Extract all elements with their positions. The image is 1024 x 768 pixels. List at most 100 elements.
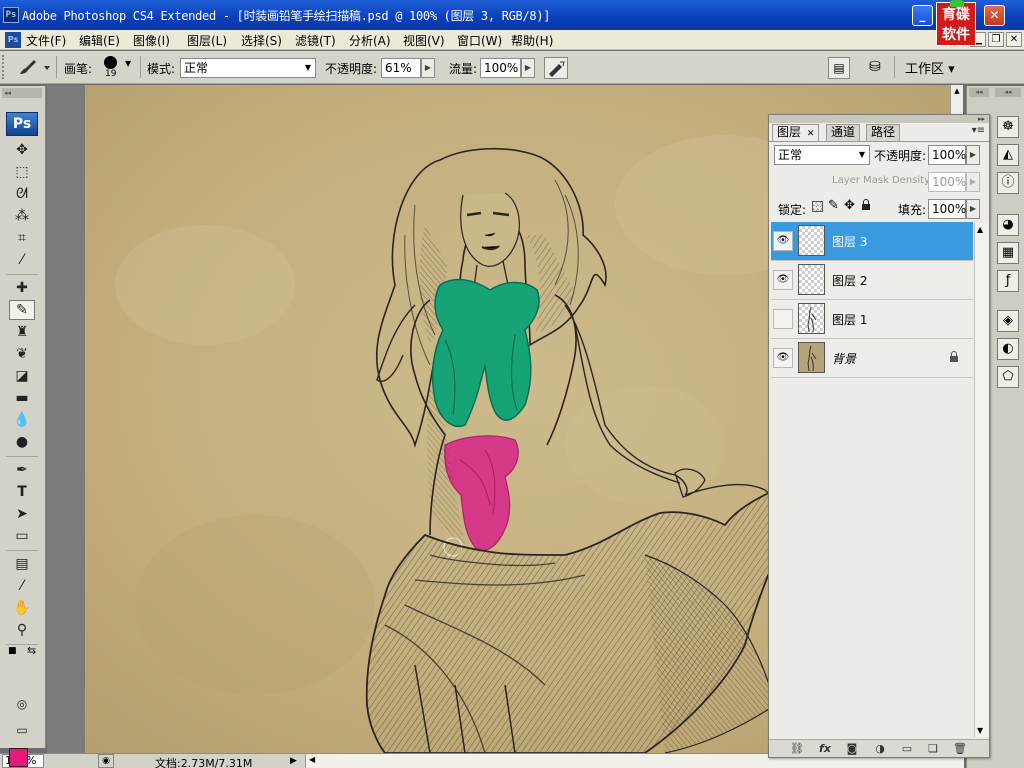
menu-layer[interactable]: 图层(L) [187, 32, 227, 49]
hand-tool-icon[interactable]: ✋ [9, 598, 35, 618]
swap-colors-icon[interactable]: ⇆ [27, 644, 36, 657]
eyedropper-tool-icon[interactable]: ⁄ [9, 250, 35, 270]
lock-pixels-icon[interactable]: ✎ [828, 198, 839, 213]
menu-analysis[interactable]: 分析(A) [349, 32, 391, 49]
opacity-slider-button[interactable]: ▶ [421, 58, 435, 78]
lock-all-icon[interactable] [861, 199, 871, 214]
flow-slider-button[interactable]: ▶ [521, 58, 535, 78]
menu-view[interactable]: 视图(V) [403, 32, 445, 49]
photoshop-logo[interactable]: Ps [6, 112, 38, 136]
default-colors-icon[interactable]: ■ [8, 646, 17, 656]
swatches-icon[interactable]: ▦ [997, 242, 1019, 264]
paths-icon[interactable]: ⬠ [997, 366, 1019, 388]
eye-icon[interactable]: 👁 [773, 348, 793, 368]
type-tool-icon[interactable]: T [9, 482, 35, 502]
adjustment-layer-icon[interactable]: ◑ [872, 742, 888, 756]
layer-row-background[interactable]: 👁 背景 [771, 339, 973, 378]
foreground-color-swatch[interactable] [9, 748, 28, 767]
dodge-tool-icon[interactable]: ● [9, 432, 35, 452]
document-close-button[interactable]: ✕ [1006, 32, 1022, 47]
panel-menu-icon[interactable]: ▾≡ [972, 125, 985, 136]
tab-layers[interactable]: 图层 ✕ [772, 124, 820, 141]
menu-window[interactable]: 窗口(W) [457, 32, 502, 49]
dock-grip-right[interactable]: ◂◂ [995, 88, 1021, 97]
document-restore-button[interactable]: ❐ [988, 32, 1004, 47]
layers-scrollbar[interactable]: ▲ ▼ [974, 223, 988, 737]
magic-wand-tool-icon[interactable]: ⁂ [9, 206, 35, 226]
layers-icon[interactable]: ◈ [997, 310, 1019, 332]
link-layers-icon[interactable]: ⛓ [789, 742, 805, 756]
clone-stamp-tool-icon[interactable]: ♜ [9, 322, 35, 342]
menu-select[interactable]: 选择(S) [241, 32, 282, 49]
workspace-button[interactable]: 工作区 ▾ [905, 58, 955, 77]
marquee-tool-icon[interactable]: ⬚ [9, 162, 35, 182]
shape-tool-icon[interactable]: ▭ [9, 526, 35, 546]
crop-tool-icon[interactable]: ⌗ [9, 228, 35, 248]
screen-mode-icon[interactable]: ▭ [9, 720, 35, 740]
brush-picker[interactable]: 19 ▼ [100, 54, 138, 81]
layer-opacity-input[interactable]: 100% [928, 145, 966, 165]
eye-icon[interactable]: 👁 [773, 270, 793, 290]
zoom-tool-icon[interactable]: ⚲ [9, 620, 35, 640]
lock-position-icon[interactable]: ✥ [844, 198, 855, 213]
add-mask-icon[interactable]: ◙ [844, 742, 860, 756]
tool-preset-picker[interactable] [14, 56, 54, 78]
new-layer-icon[interactable]: ❏ [925, 742, 941, 756]
channels-icon[interactable]: ◐ [997, 338, 1019, 360]
eye-hidden-icon[interactable] [773, 309, 793, 329]
dock-grip-left[interactable]: ◂◂ [969, 88, 989, 97]
flow-input[interactable]: 100% [480, 58, 521, 78]
tab-close-icon[interactable]: ✕ [807, 129, 815, 139]
opacity-input[interactable]: 61% [381, 58, 421, 78]
status-menu-arrow-icon[interactable]: ▶ [290, 754, 302, 768]
new-group-icon[interactable]: ▭ [899, 742, 915, 756]
notes-tool-icon[interactable]: ▤ [9, 554, 35, 574]
tab-paths[interactable]: 路径 [866, 124, 901, 141]
healing-brush-tool-icon[interactable]: ✚ [9, 278, 35, 298]
fill-input[interactable]: 100% [928, 199, 966, 219]
menu-edit[interactable]: 编辑(E) [79, 32, 120, 49]
layer-style-icon[interactable]: fx [817, 742, 833, 756]
layer-row-layer-2[interactable]: 👁 图层 2 [771, 261, 973, 300]
mode-select[interactable]: 正常 ▼ [180, 58, 316, 78]
layer-row-layer-1[interactable]: 图层 1 [771, 300, 973, 339]
path-selection-tool-icon[interactable]: ➤ [9, 504, 35, 524]
navigator-icon[interactable]: ☸ [997, 116, 1019, 138]
layer-opacity-slider-button[interactable]: ▶ [966, 145, 980, 165]
airbrush-toggle[interactable] [544, 57, 568, 79]
info-icon[interactable]: ⓘ [997, 172, 1019, 194]
lasso-tool-icon[interactable]: ᘛ [9, 184, 35, 204]
close-button[interactable]: ✕ [984, 5, 1005, 26]
menu-image[interactable]: 图像(I) [133, 32, 170, 49]
menu-filter[interactable]: 滤镜(T) [295, 32, 336, 49]
photoshop-app-icon[interactable]: Ps [3, 7, 19, 23]
document-icon[interactable]: Ps [5, 32, 21, 48]
fill-slider-button[interactable]: ▶ [966, 199, 980, 219]
lock-transparency-icon[interactable] [812, 201, 823, 212]
pen-tool-icon[interactable]: ✒ [9, 460, 35, 480]
tool-presets-icon[interactable]: ⛁ [862, 57, 888, 79]
blend-mode-select[interactable]: 正常 ▼ [774, 145, 870, 165]
delete-layer-icon[interactable]: 🗑 [952, 742, 968, 756]
brush-tool-icon[interactable]: ✎ [9, 300, 35, 320]
menu-file[interactable]: 文件(F) [26, 32, 66, 49]
quick-mask-icon[interactable]: ◎ [9, 694, 35, 714]
eye-icon[interactable]: 👁 [773, 231, 793, 251]
gradient-tool-icon[interactable]: ▬ [9, 388, 35, 408]
styles-icon[interactable]: ƒ [997, 270, 1019, 292]
options-bar-grip[interactable] [2, 55, 8, 79]
brushes-panel-icon[interactable]: ▤ [828, 57, 850, 79]
move-tool-icon[interactable]: ✥ [9, 140, 35, 160]
blur-tool-icon[interactable]: 💧 [9, 410, 35, 430]
layer-row-layer-3[interactable]: 👁 图层 3 [771, 222, 973, 261]
eraser-tool-icon[interactable]: ◪ [9, 366, 35, 386]
menu-help[interactable]: 帮助(H) [511, 32, 553, 49]
tab-channels[interactable]: 通道 [826, 124, 861, 141]
panel-grip[interactable]: ▸▸ [769, 115, 989, 123]
toolbox-grip[interactable]: ◂◂ [2, 88, 42, 98]
minimize-button[interactable]: _ [912, 5, 933, 26]
histogram-icon[interactable]: ◭ [997, 144, 1019, 166]
color-icon[interactable]: ◕ [997, 214, 1019, 236]
history-brush-tool-icon[interactable]: ❦ [9, 344, 35, 364]
status-options-icon[interactable]: ◉ [98, 754, 114, 768]
